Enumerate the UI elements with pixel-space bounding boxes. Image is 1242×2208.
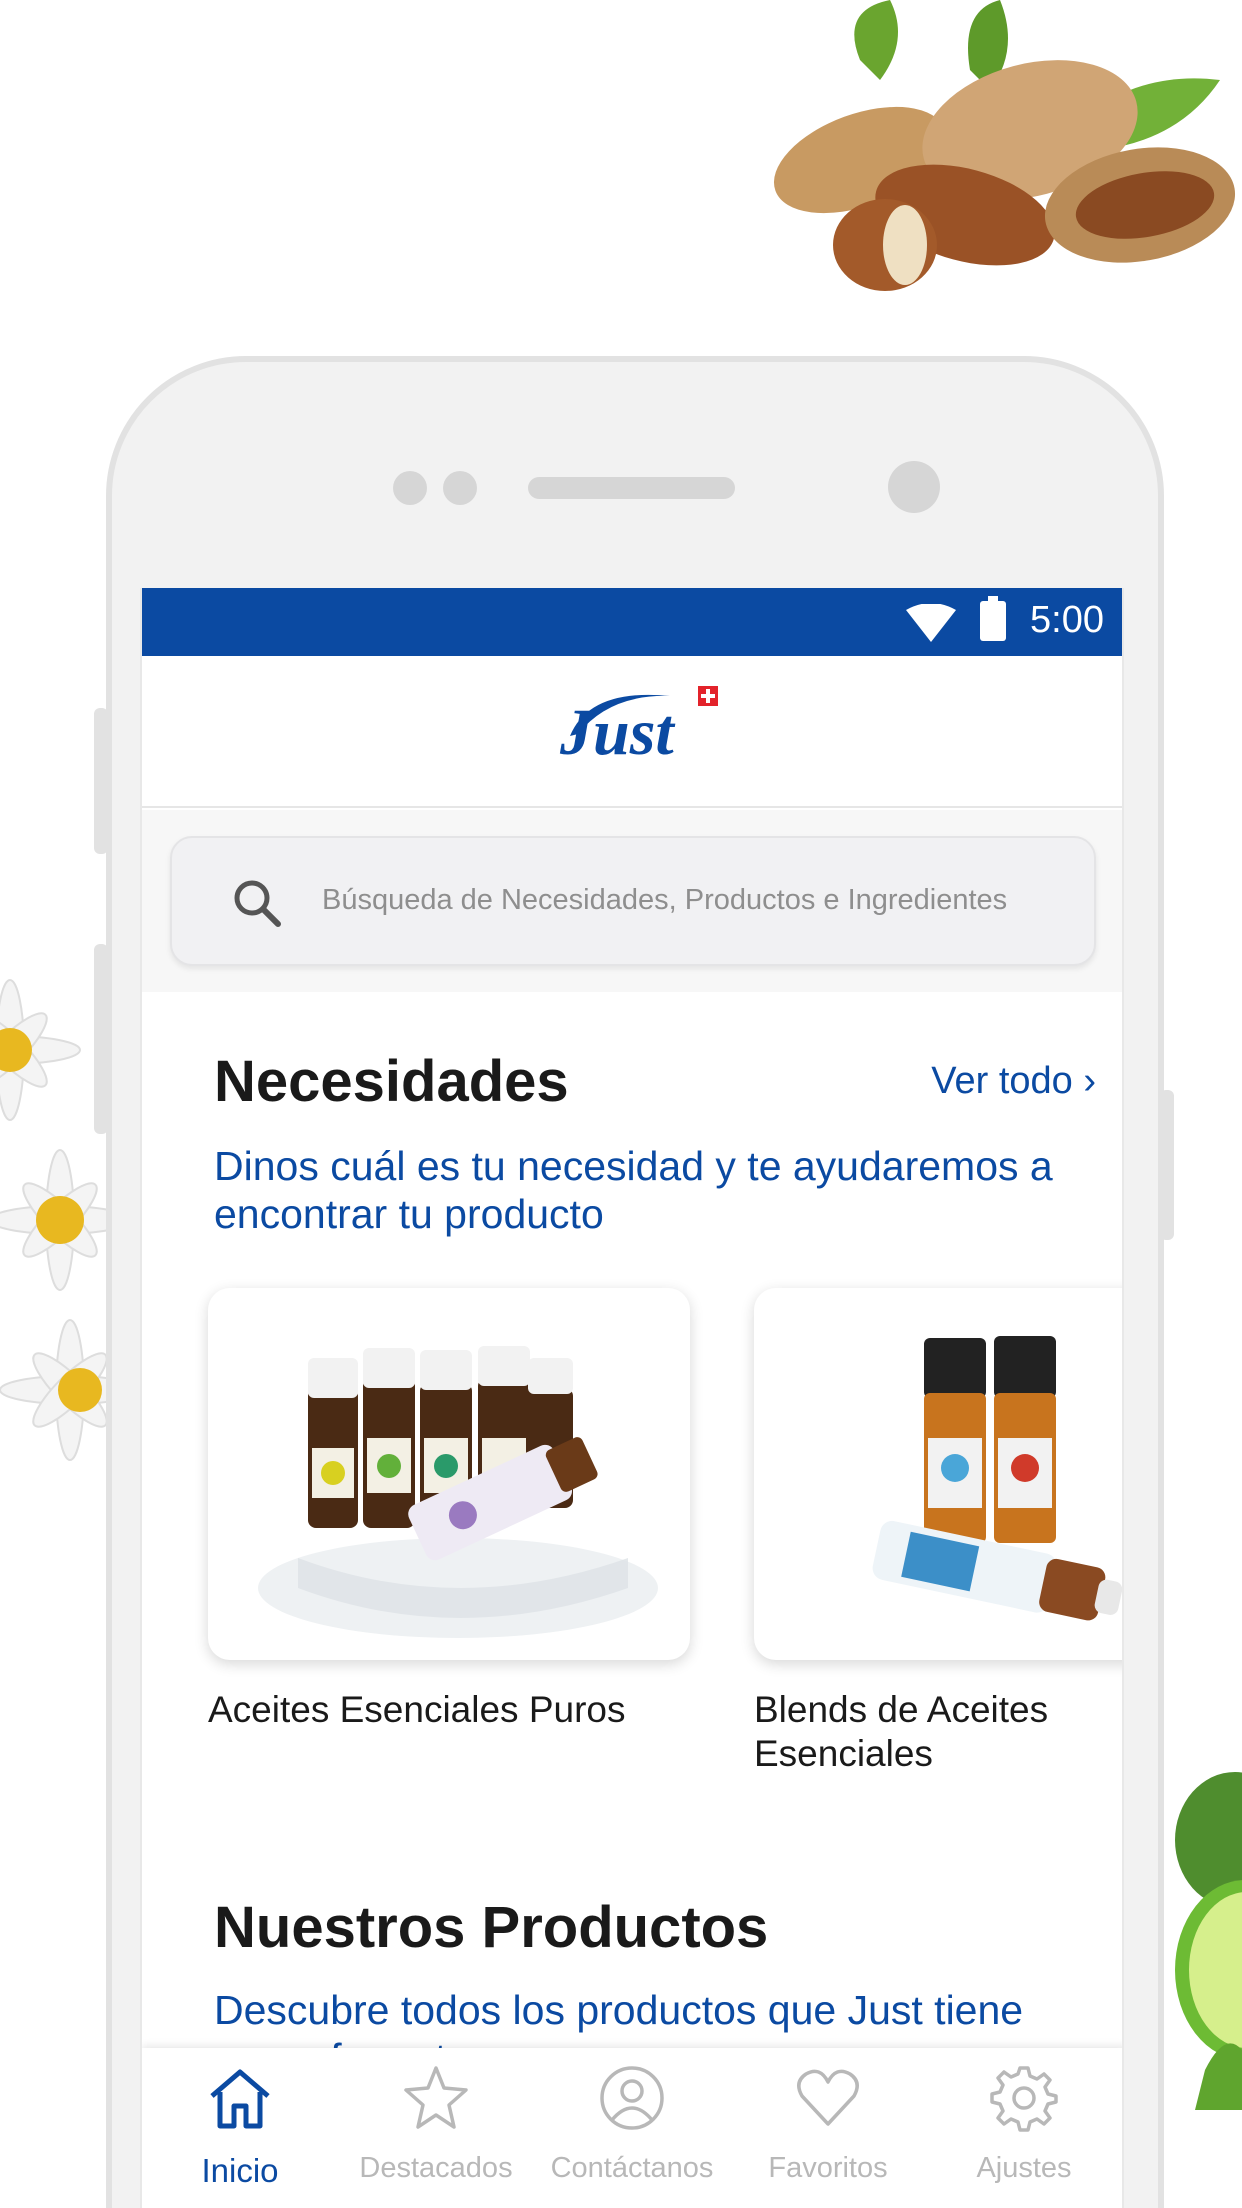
app-screen: 5:00 Just Búsqueda de Necesidades, Produ…: [140, 588, 1124, 2208]
home-icon: [210, 2069, 270, 2129]
star-icon: [404, 2066, 468, 2129]
essential-oils-image: [258, 1346, 658, 1638]
just-logo: Just: [559, 686, 718, 769]
nav-label-favoritos: Favoritos: [768, 2152, 888, 2184]
nav-destacados[interactable]: Destacados: [338, 2048, 534, 2208]
svg-text:Just: Just: [559, 696, 675, 769]
search-input[interactable]: Búsqueda de Necesidades, Productos e Ing…: [170, 836, 1096, 966]
wifi-icon: [906, 604, 956, 642]
phone-sensor: [443, 471, 477, 505]
bottom-nav: Inicio Destacados Contáctanos Favoritos: [142, 2048, 1122, 2208]
nav-ajustes[interactable]: Ajustes: [926, 2048, 1122, 2208]
need-card-label-line2: Esenciales: [754, 1733, 933, 1774]
ver-todo-link[interactable]: Ver todo ›: [931, 1060, 1096, 1103]
lime-decoration: [1175, 1772, 1242, 2110]
search-area: Búsqueda de Necesidades, Productos e Ing…: [142, 810, 1122, 992]
nav-favoritos[interactable]: Favoritos: [730, 2048, 926, 2208]
contact-icon: [600, 2066, 664, 2130]
productos-title: Nuestros Productos: [214, 1895, 769, 1960]
nav-contactanos[interactable]: Contáctanos: [534, 2048, 730, 2208]
necesidades-title: Necesidades: [214, 1049, 569, 1114]
nav-label-ajustes: Ajustes: [976, 2152, 1072, 2184]
app-header: Just: [142, 656, 1122, 808]
productos-subtitle-line1: Descubre todos los productos que Just ti…: [214, 1987, 1024, 2033]
phone-side-button: [94, 944, 108, 1134]
nav-label-destacados: Destacados: [359, 2152, 513, 2184]
nav-label-contactanos: Contáctanos: [550, 2152, 714, 2184]
search-icon: [234, 880, 281, 927]
nav-inicio[interactable]: Inicio: [142, 2048, 338, 2208]
search-placeholder: Búsqueda de Necesidades, Productos e Ing…: [322, 884, 1008, 916]
necesidades-subtitle-line2: encontrar tu producto: [214, 1191, 604, 1237]
need-card-label-line1: Blends de Aceites: [754, 1689, 1049, 1730]
heart-icon: [797, 2069, 859, 2126]
need-card-aceites-esenciales[interactable]: [208, 1288, 690, 1660]
need-card-blends[interactable]: [754, 1288, 1122, 1660]
necesidades-subtitle-line1: Dinos cuál es tu necesidad y te ayudarem…: [214, 1143, 1053, 1189]
phone-speaker: [528, 477, 735, 499]
status-time: 5:00: [1030, 599, 1104, 641]
phone-side-button: [1160, 1090, 1174, 1240]
battery-icon: [980, 596, 1006, 641]
blends-image: [872, 1336, 1122, 1621]
phone-side-button: [94, 708, 108, 854]
need-card-label: Blends de Aceites Esenciales: [754, 1688, 1048, 1776]
nav-label-inicio: Inicio: [201, 2152, 279, 2189]
gear-icon: [990, 2066, 1058, 2132]
phone-sensor: [393, 471, 427, 505]
need-card-label: Aceites Esenciales Puros: [208, 1689, 626, 1730]
phone-front-camera: [888, 461, 940, 513]
almonds-decoration: [773, 0, 1236, 291]
status-bar: 5:00: [142, 588, 1122, 656]
